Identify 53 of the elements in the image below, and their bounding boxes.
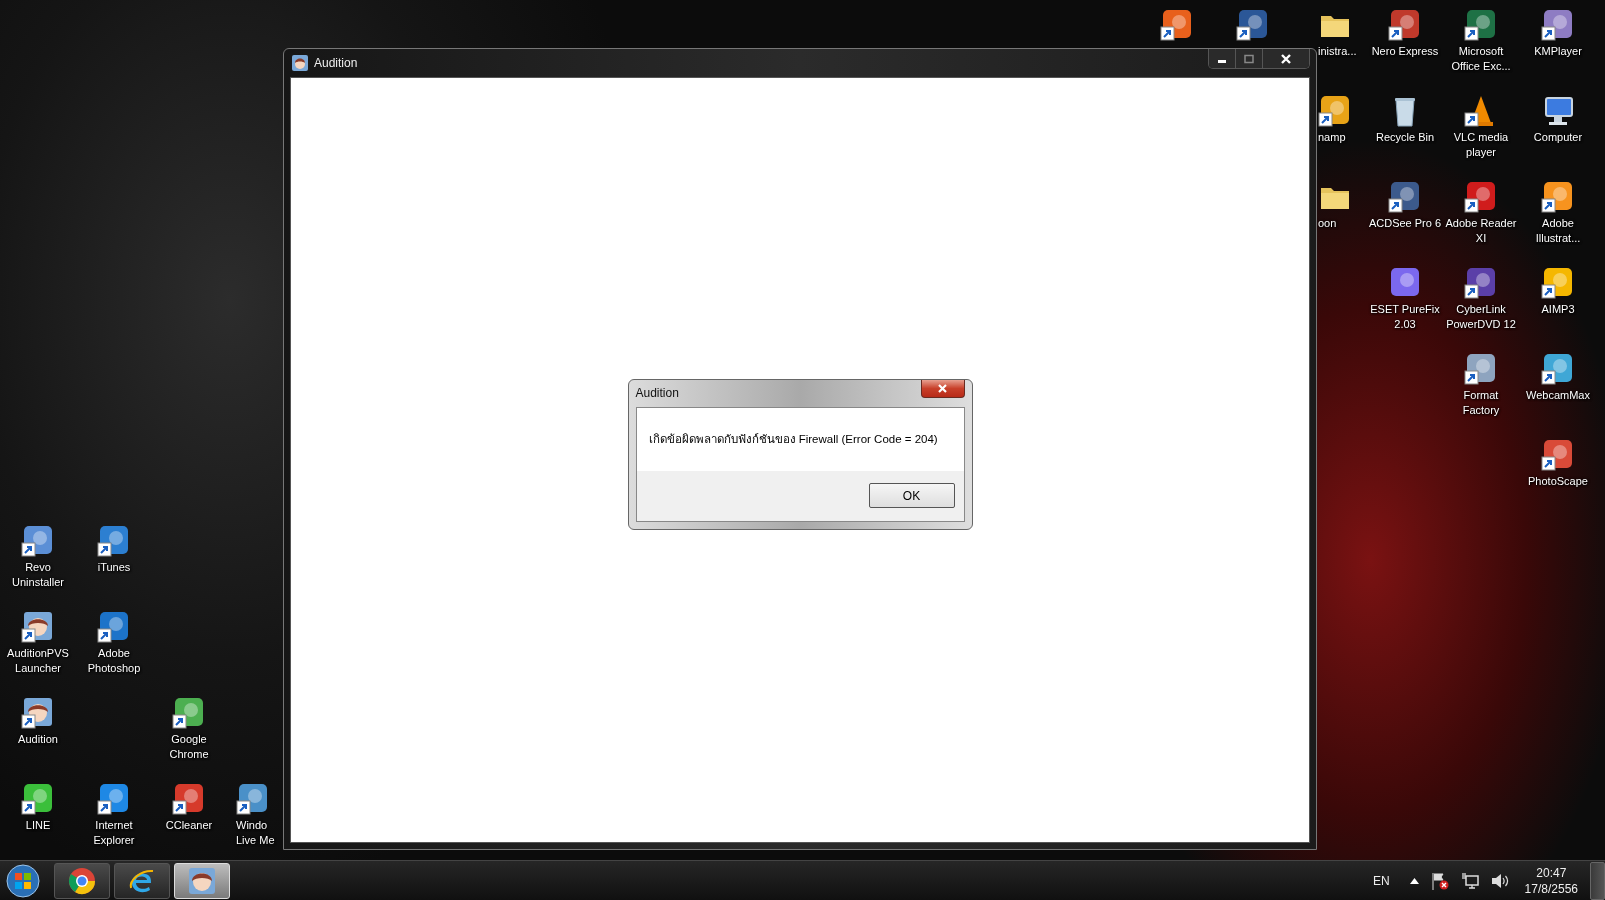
desktop-shortcut[interactable]: Recycle Bin: [1368, 94, 1442, 145]
desktop-shortcut[interactable]: Revo Uninstaller: [1, 524, 75, 590]
desktop-shortcut[interactable]: Windo Live Me: [226, 782, 282, 848]
desktop-shortcut[interactable]: inistra...: [1318, 8, 1366, 59]
close-icon: [1280, 52, 1292, 65]
desktop-shortcut[interactable]: Audition: [1, 696, 75, 747]
desktop-shortcut[interactable]: Adobe Reader XI: [1444, 180, 1518, 246]
close-icon: [937, 382, 948, 394]
desktop-shortcut[interactable]: PhotoScape: [1521, 438, 1595, 489]
desktop-shortcut[interactable]: Format Factory: [1444, 352, 1518, 418]
network-icon[interactable]: [1460, 872, 1479, 889]
maximize-button[interactable]: [1236, 49, 1263, 68]
clock-time[interactable]: 20:47: [1536, 864, 1567, 881]
error-message: เกิดข้อผิดพลาดกับฟังก์ชันของ Firewall (Error Code = 204): [648, 432, 938, 447]
up-arrow-icon[interactable]: [1409, 877, 1419, 884]
language-indicator[interactable]: EN: [1372, 873, 1398, 888]
desktop-shortcut[interactable]: namp: [1318, 94, 1366, 145]
desktop-shortcut[interactable]: CyberLink PowerDVD 12: [1444, 266, 1518, 332]
desktop-shortcut[interactable]: Nero Express: [1368, 8, 1442, 59]
ok-button[interactable]: OK: [868, 483, 955, 508]
desktop-shortcut[interactable]: ESET PureFix 2.03: [1368, 266, 1442, 332]
minimize-button[interactable]: [1209, 49, 1236, 68]
desktop-shortcut[interactable]: iTunes: [77, 524, 151, 575]
desktop-shortcut[interactable]: Microsoft Office Exc...: [1444, 8, 1518, 74]
desktop-shortcut[interactable]: oon: [1318, 180, 1366, 231]
dialog-title: Audition: [635, 386, 679, 400]
close-button[interactable]: [1263, 49, 1309, 68]
volume-icon[interactable]: [1490, 872, 1509, 889]
colored-ball-icon: [67, 865, 97, 896]
desktop-shortcut[interactable]: AuditionPVS Launcher: [1, 610, 75, 676]
minimize-icon: [1218, 60, 1226, 63]
close-button[interactable]: [920, 379, 965, 398]
desktop-shortcut[interactable]: KMPlayer: [1521, 8, 1595, 59]
cartoon-face-icon: [292, 55, 308, 71]
window-title: Audition: [314, 56, 358, 70]
desktop-shortcut[interactable]: LINE: [1, 782, 75, 833]
desktop-shortcut[interactable]: Computer: [1521, 94, 1595, 145]
clock-date[interactable]: 17/8/2556: [1524, 880, 1578, 897]
desktop-shortcut[interactable]: WebcamMax: [1521, 352, 1595, 403]
maximize-icon: [1244, 53, 1254, 64]
desktop-shortcut[interactable]: Adobe Photoshop: [77, 610, 151, 676]
show-desktop-button[interactable]: [1590, 861, 1605, 900]
desktop-shortcut[interactable]: Adobe Illustrat...: [1521, 180, 1595, 246]
taskbar-button[interactable]: [54, 862, 110, 899]
desktop-shortcut[interactable]: VLC media player: [1444, 94, 1518, 160]
cartoon-face-icon: [187, 865, 217, 896]
desktop-shortcut[interactable]: Google Chrome: [152, 696, 226, 762]
desktop-shortcut[interactable]: CCleaner: [152, 782, 226, 833]
desktop-shortcut[interactable]: AIMP3: [1521, 266, 1595, 317]
desktop-shortcut[interactable]: ACDSee Pro 6: [1368, 180, 1442, 231]
flag-icon[interactable]: [1430, 871, 1449, 890]
taskbar-button[interactable]: [114, 862, 170, 899]
desktop-shortcut[interactable]: Internet Explorer: [77, 782, 151, 848]
